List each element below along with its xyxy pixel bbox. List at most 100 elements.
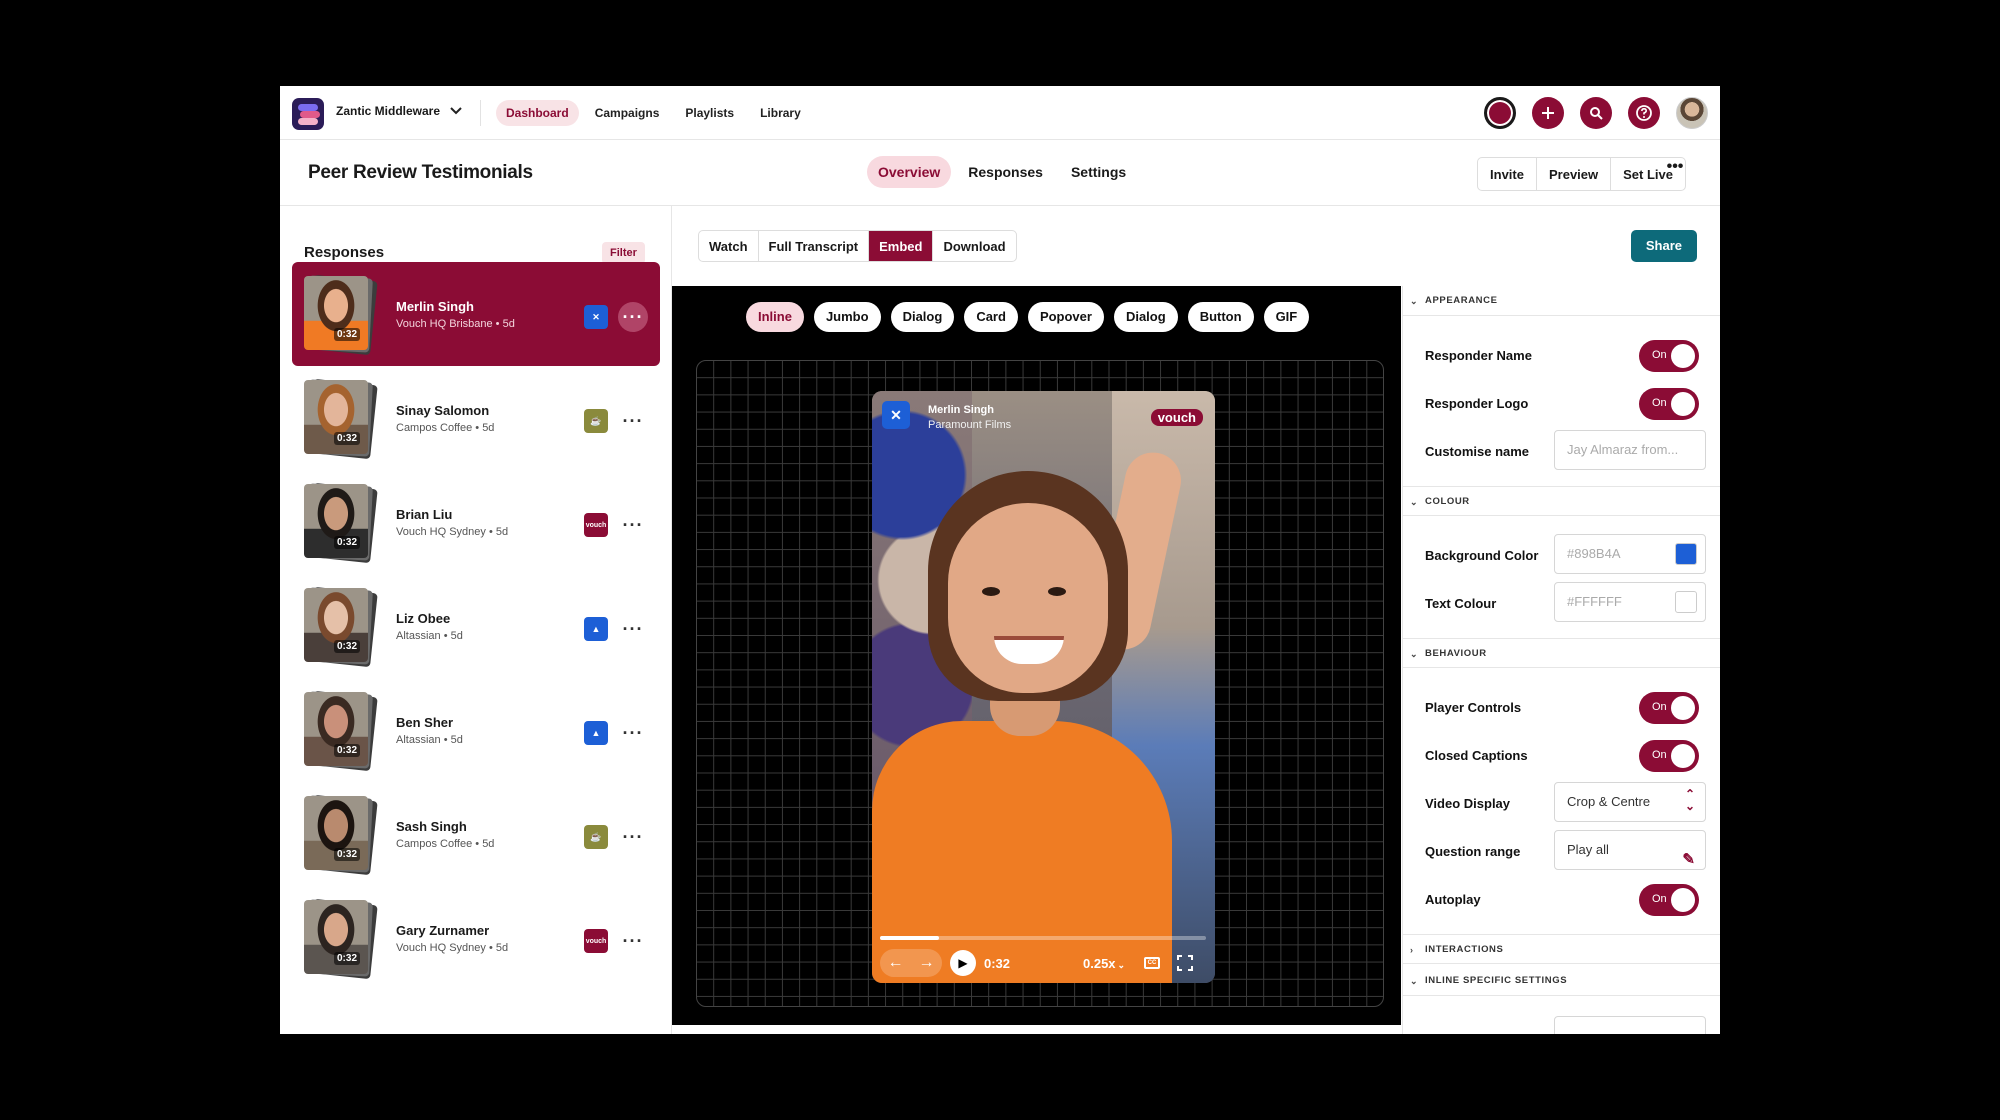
video-display-value: Crop & Centre [1567, 794, 1651, 809]
thumbnail-duration: 0:32 [334, 952, 361, 965]
response-item[interactable]: 0:32 Sinay Salomon Campos Coffee • 5d ☕ ··· [292, 366, 660, 470]
plus-icon[interactable] [1532, 97, 1564, 129]
closed-captions-toggle[interactable]: On [1639, 740, 1699, 772]
video-display-label: Video Display [1425, 796, 1511, 811]
background-color-field[interactable]: #898B4A [1554, 534, 1706, 574]
pill-jumbo[interactable]: Jumbo [813, 302, 881, 332]
more-options-icon[interactable]: ··· [618, 926, 648, 956]
response-item[interactable]: 0:32 Sash Singh Campos Coffee • 5d ☕ ··· [292, 782, 660, 886]
segment-watch[interactable]: Watch [699, 231, 759, 261]
video-subject-eye [1048, 587, 1066, 596]
more-options-icon[interactable]: ··· [618, 822, 648, 852]
arrow-left-icon[interactable]: ← [888, 954, 904, 972]
pencil-icon[interactable]: ✎ [1682, 841, 1695, 879]
play-icon[interactable]: ▶ [950, 950, 976, 976]
more-options-icon[interactable]: ··· [618, 406, 648, 436]
text-colour-swatch[interactable] [1675, 591, 1697, 613]
response-meta: Campos Coffee • 5d [396, 838, 495, 850]
response-item[interactable]: 0:32 Merlin Singh Vouch HQ Brisbane • 5d ✕ ·… [292, 262, 660, 366]
player-controls-toggle[interactable]: On [1639, 692, 1699, 724]
response-item[interactable]: 0:32 Gary Zurnamer Vouch HQ Sydney • 5d vou… [292, 886, 660, 990]
preview-button[interactable]: Preview [1537, 158, 1612, 190]
org-name: Zantic Middleware [336, 104, 441, 118]
invite-button[interactable]: Invite [1478, 158, 1537, 190]
more-options-icon[interactable]: ••• [1662, 157, 1688, 191]
pill-inline[interactable]: Inline [746, 302, 804, 332]
toggle-knob [1671, 392, 1695, 416]
response-name: Gary Zurnamer [396, 923, 490, 938]
embed-type-pills: Inline Jumbo Dialog Card Popover Dialog … [746, 302, 1310, 332]
section-colour[interactable]: ⌄ COLOUR [1403, 486, 1720, 516]
response-meta: Vouch HQ Sydney • 5d [396, 526, 509, 538]
arrow-right-icon[interactable]: → [919, 954, 935, 972]
help-icon[interactable] [1628, 97, 1660, 129]
nav-campaigns[interactable]: Campaigns [585, 100, 670, 126]
customise-name-field[interactable]: Jay Almaraz from... [1554, 430, 1706, 470]
response-thumbnail[interactable]: 0:32 [304, 898, 378, 980]
response-thumbnail[interactable]: 0:32 [304, 274, 378, 356]
video-subject-eye [982, 587, 1000, 596]
section-behaviour[interactable]: ⌄ BEHAVIOUR [1403, 638, 1720, 668]
toggle-knob [1671, 888, 1695, 912]
playback-speed[interactable]: 0.25x ⌄ [1083, 956, 1125, 971]
zantic-logo[interactable] [292, 98, 324, 130]
response-meta: Campos Coffee • 5d [396, 422, 495, 434]
preview-canvas: ✕ Merlin Singh Paramount Films vouch ← →… [696, 360, 1384, 1007]
user-avatar[interactable] [1676, 97, 1708, 129]
more-options-icon[interactable]: ··· [618, 302, 648, 332]
response-item[interactable]: 0:32 Brian Liu Vouch HQ Sydney • 5d vouch ··… [292, 470, 660, 574]
more-options-icon[interactable]: ··· [618, 614, 648, 644]
question-range-field[interactable]: Play all ✎ [1554, 830, 1706, 870]
response-thumbnail[interactable]: 0:32 [304, 794, 378, 876]
video-player[interactable]: ✕ Merlin Singh Paramount Films vouch ← →… [872, 391, 1215, 983]
response-item[interactable]: 0:32 Ben Sher Altassian • 5d ▲ ··· [292, 678, 660, 782]
response-thumbnail[interactable]: 0:32 [304, 690, 378, 772]
fullscreen-icon[interactable] [1177, 955, 1193, 971]
segment-embed[interactable]: Embed [869, 231, 934, 261]
response-thumbnail[interactable]: 0:32 [304, 586, 378, 668]
share-button[interactable]: Share [1630, 230, 1697, 262]
record-icon[interactable] [1484, 97, 1516, 129]
video-progress-bar[interactable] [880, 936, 1206, 940]
responder-name-label: Responder Name [1425, 348, 1532, 363]
segment-full-transcript[interactable]: Full Transcript [759, 231, 870, 261]
pill-dialog[interactable]: Dialog [890, 302, 955, 332]
pill-popover[interactable]: Popover [1027, 302, 1104, 332]
response-thumbnail[interactable]: 0:32 [304, 482, 378, 564]
tab-overview[interactable]: Overview [867, 156, 952, 188]
response-item[interactable]: 0:32 Liz Obee Altassian • 5d ▲ ··· [292, 574, 660, 678]
text-colour-field[interactable]: #FFFFFF [1554, 582, 1706, 622]
tab-responses[interactable]: Responses [957, 156, 1054, 188]
nav-library[interactable]: Library [750, 100, 811, 126]
pill-gif[interactable]: GIF [1263, 302, 1310, 332]
responder-name-toggle[interactable]: On [1639, 340, 1699, 372]
background-color-swatch[interactable] [1675, 543, 1697, 565]
response-thumbnail[interactable]: 0:32 [304, 378, 378, 460]
more-options-icon[interactable]: ··· [618, 718, 648, 748]
autoplay-toggle[interactable]: On [1639, 884, 1699, 916]
pill-button[interactable]: Button [1187, 302, 1254, 332]
segment-download[interactable]: Download [933, 231, 1015, 261]
inline-settings-field[interactable] [1554, 1016, 1706, 1034]
section-inline-settings-title: INLINE SPECIFIC SETTINGS [1425, 975, 1568, 986]
org-switcher[interactable]: Zantic Middleware [336, 104, 462, 118]
captions-icon[interactable]: CC [1144, 957, 1160, 969]
pill-card[interactable]: Card [964, 302, 1018, 332]
filter-button[interactable]: Filter [602, 242, 645, 264]
video-display-select[interactable]: Crop & Centre ⌃ ⌄ [1554, 782, 1706, 822]
nav-playlists[interactable]: Playlists [675, 100, 744, 126]
section-inline-settings[interactable]: ⌄ INLINE SPECIFIC SETTINGS [1403, 966, 1720, 996]
section-interactions[interactable]: › INTERACTIONS [1403, 934, 1720, 964]
chevron-down-icon: ⌄ [1410, 497, 1419, 507]
video-responder-org: Paramount Films [928, 419, 1012, 431]
nav-dashboard[interactable]: Dashboard [496, 100, 579, 126]
responder-logo-toggle[interactable]: On [1639, 388, 1699, 420]
search-icon[interactable] [1580, 97, 1612, 129]
section-appearance[interactable]: ⌄ APPEARANCE [1403, 286, 1720, 316]
tab-settings[interactable]: Settings [1060, 156, 1137, 188]
responses-title: Responses [304, 244, 385, 261]
more-options-icon[interactable]: ··· [618, 510, 648, 540]
pill-dialog-2[interactable]: Dialog [1113, 302, 1178, 332]
response-name: Merlin Singh [396, 299, 474, 314]
response-meta: Altassian • 5d [396, 630, 463, 642]
